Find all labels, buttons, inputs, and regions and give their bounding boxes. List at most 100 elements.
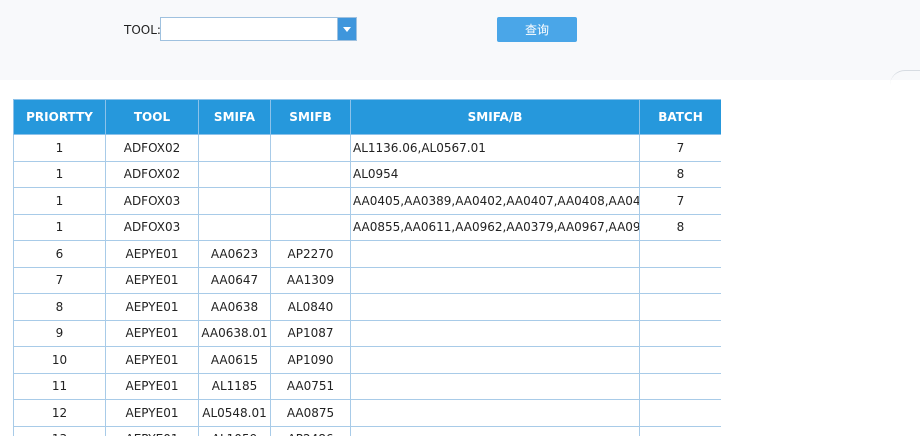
table-row[interactable]: 1 ADFOX02 AL0954 8 bbox=[13, 160, 721, 188]
cell-smifab bbox=[350, 399, 640, 427]
cell-smifb: AP1087 bbox=[270, 319, 351, 347]
cell-tool: ADFOX03 bbox=[105, 213, 199, 241]
cell-tool: AEPYE01 bbox=[105, 240, 199, 268]
cell-smifb: AA0751 bbox=[270, 372, 351, 400]
column-header-smifb[interactable]: SMIFB bbox=[270, 99, 351, 135]
tool-select[interactable] bbox=[160, 17, 357, 41]
cell-batch: 7 bbox=[639, 134, 721, 162]
cell-batch bbox=[639, 372, 721, 400]
cell-smifa bbox=[198, 160, 271, 188]
column-header-tool[interactable]: TOOL bbox=[105, 99, 199, 135]
cell-smifb bbox=[270, 213, 351, 241]
cell-smifab bbox=[350, 425, 640, 436]
cell-smifb bbox=[270, 187, 351, 215]
corner-decoration bbox=[890, 70, 920, 85]
cell-tool: AEPYE01 bbox=[105, 293, 199, 321]
cell-smifb: AP2486 bbox=[270, 425, 351, 436]
cell-tool: AEPYE01 bbox=[105, 319, 199, 347]
cell-priority: 1 bbox=[13, 187, 106, 215]
cell-priority: 6 bbox=[13, 240, 106, 268]
cell-priority: 1 bbox=[13, 134, 106, 162]
table-row[interactable]: 1 ADFOX03 AA0405,AA0389,AA0402,AA0407,AA04… bbox=[13, 187, 721, 215]
cell-smifab: AA0405,AA0389,AA0402,AA0407,AA0408,AA040… bbox=[350, 187, 640, 215]
table-row[interactable]: 11 AEPYE01 AL1185 AA0751 bbox=[13, 372, 721, 400]
cell-smifab bbox=[350, 319, 640, 347]
cell-smifab: AL0954 bbox=[350, 160, 640, 188]
table-body: 1 ADFOX02 AL1136.06,AL0567.01 7 1 ADFOX02 AL09… bbox=[13, 134, 721, 436]
table-row[interactable]: 1 ADFOX02 AL1136.06,AL0567.01 7 bbox=[13, 134, 721, 162]
cell-priority: 12 bbox=[13, 399, 106, 427]
cell-priority: 10 bbox=[13, 346, 106, 374]
cell-batch bbox=[639, 266, 721, 294]
cell-batch: 7 bbox=[639, 187, 721, 215]
column-header-smifa[interactable]: SMIFA bbox=[198, 99, 271, 135]
cell-smifb: AP1090 bbox=[270, 346, 351, 374]
cell-smifab bbox=[350, 346, 640, 374]
column-header-batch[interactable]: BATCH bbox=[639, 99, 721, 135]
cell-smifa: AL1185 bbox=[198, 372, 271, 400]
cell-priority: 7 bbox=[13, 266, 106, 294]
cell-tool: AEPYE01 bbox=[105, 372, 199, 400]
cell-smifa: AA0623 bbox=[198, 240, 271, 268]
table-row[interactable]: 1 ADFOX03 AA0855,AA0611,AA0962,AA0379,AA09… bbox=[13, 213, 721, 241]
cell-tool: ADFOX02 bbox=[105, 160, 199, 188]
cell-priority: 1 bbox=[13, 213, 106, 241]
cell-tool: AEPYE01 bbox=[105, 346, 199, 374]
tool-label: TOOL: bbox=[124, 23, 161, 37]
cell-smifa: AL0548.01 bbox=[198, 399, 271, 427]
table-row[interactable]: 10 AEPYE01 AA0615 AP1090 bbox=[13, 346, 721, 374]
cell-priority: 1 bbox=[13, 160, 106, 188]
table-row[interactable]: 6 AEPYE01 AA0623 AP2270 bbox=[13, 240, 721, 268]
data-table: PRIORTTY TOOL SMIFA SMIFB SMIFA/B BATCH … bbox=[13, 99, 721, 436]
cell-batch bbox=[639, 346, 721, 374]
cell-smifa bbox=[198, 213, 271, 241]
cell-tool: ADFOX02 bbox=[105, 134, 199, 162]
cell-batch bbox=[639, 399, 721, 427]
column-header-priority[interactable]: PRIORTTY bbox=[13, 99, 106, 135]
cell-batch: 8 bbox=[639, 213, 721, 241]
cell-smifb bbox=[270, 134, 351, 162]
cell-batch bbox=[639, 293, 721, 321]
cell-tool: AEPYE01 bbox=[105, 266, 199, 294]
cell-smifa: AA0615 bbox=[198, 346, 271, 374]
cell-smifb: AA0875 bbox=[270, 399, 351, 427]
cell-smifab bbox=[350, 293, 640, 321]
table-header-row: PRIORTTY TOOL SMIFA SMIFB SMIFA/B BATCH bbox=[13, 99, 721, 135]
cell-priority: 11 bbox=[13, 372, 106, 400]
cell-smifa: AA0647 bbox=[198, 266, 271, 294]
cell-smifab bbox=[350, 240, 640, 268]
cell-batch bbox=[639, 319, 721, 347]
tool-select-dropdown-button[interactable] bbox=[337, 18, 356, 40]
cell-smifab: AL1136.06,AL0567.01 bbox=[350, 134, 640, 162]
cell-smifb: AL0840 bbox=[270, 293, 351, 321]
cell-priority: 9 bbox=[13, 319, 106, 347]
cell-tool: AEPYE01 bbox=[105, 399, 199, 427]
cell-smifb: AP2270 bbox=[270, 240, 351, 268]
cell-tool: AEPYE01 bbox=[105, 425, 199, 436]
query-toolbar: TOOL: 查询 bbox=[0, 0, 920, 80]
cell-smifb: AA1309 bbox=[270, 266, 351, 294]
cell-smifab bbox=[350, 372, 640, 400]
cell-priority: 13 bbox=[13, 425, 106, 436]
table-row[interactable]: 13AEPYE01AL1059AP2486 bbox=[13, 425, 721, 436]
cell-batch: 8 bbox=[639, 160, 721, 188]
cell-batch bbox=[639, 240, 721, 268]
column-header-smifab[interactable]: SMIFA/B bbox=[350, 99, 640, 135]
cell-smifa: AL1059 bbox=[198, 425, 271, 436]
table-row[interactable]: 8 AEPYE01 AA0638 AL0840 bbox=[13, 293, 721, 321]
query-button[interactable]: 查询 bbox=[497, 17, 577, 42]
cell-tool: ADFOX03 bbox=[105, 187, 199, 215]
cell-smifa bbox=[198, 134, 271, 162]
cell-batch bbox=[639, 425, 721, 436]
chevron-down-icon bbox=[343, 27, 351, 32]
cell-smifab bbox=[350, 266, 640, 294]
cell-smifb bbox=[270, 160, 351, 188]
table-row[interactable]: 12 AEPYE01 AL0548.01 AA0875 bbox=[13, 399, 721, 427]
cell-priority: 8 bbox=[13, 293, 106, 321]
data-grid[interactable]: PRIORTTY TOOL SMIFA SMIFB SMIFA/B BATCH … bbox=[13, 99, 721, 436]
cell-smifab: AA0855,AA0611,AA0962,AA0379,AA0967,AA096… bbox=[350, 213, 640, 241]
table-row[interactable]: 9 AEPYE01 AA0638.01 AP1087 bbox=[13, 319, 721, 347]
cell-smifa: AA0638 bbox=[198, 293, 271, 321]
table-row[interactable]: 7 AEPYE01 AA0647 AA1309 bbox=[13, 266, 721, 294]
cell-smifa bbox=[198, 187, 271, 215]
